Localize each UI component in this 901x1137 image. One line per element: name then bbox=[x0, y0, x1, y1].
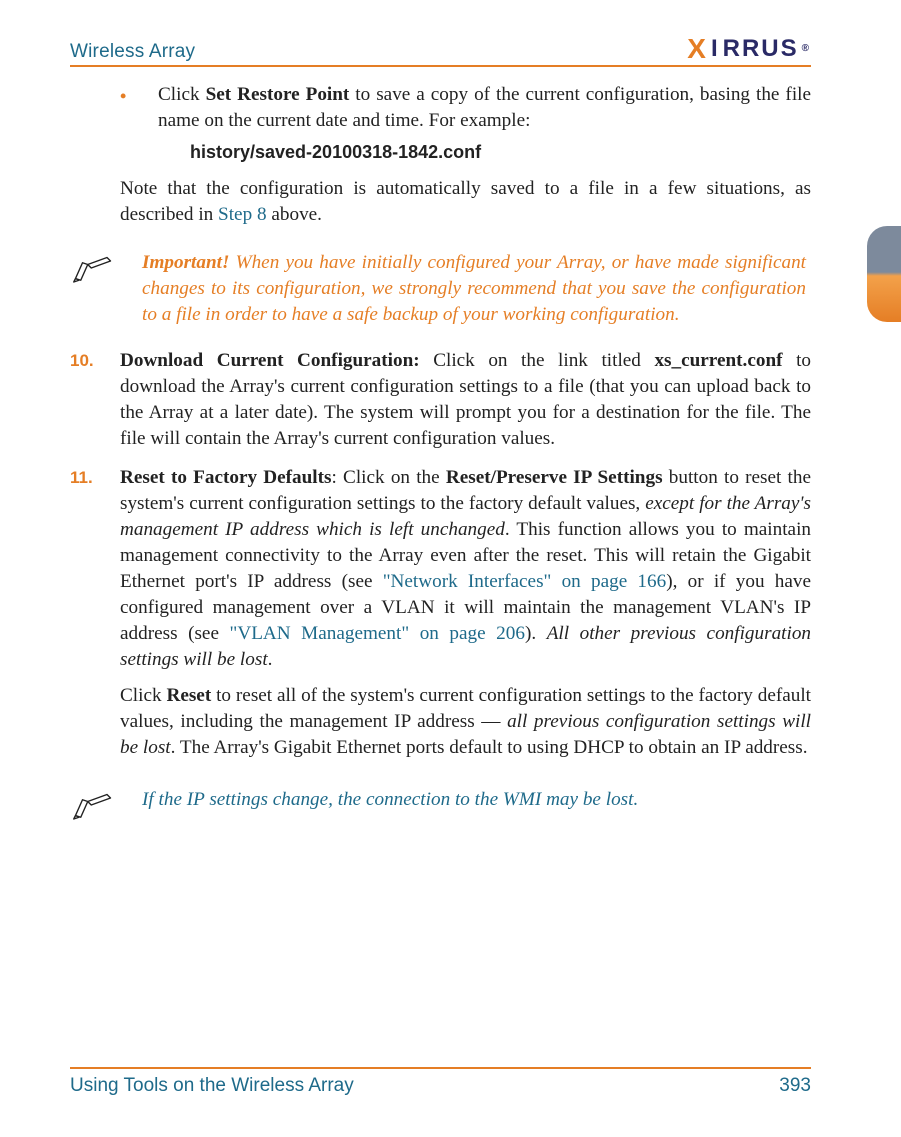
text-fragment: Click bbox=[158, 84, 206, 105]
important-label: Important! bbox=[142, 252, 229, 273]
callout-body: If the IP settings change, the connectio… bbox=[142, 787, 811, 829]
reset-preserve-ip-label: Reset/Preserve IP Settings bbox=[446, 467, 663, 488]
network-interfaces-link[interactable]: "Network Interfaces" on page 166 bbox=[383, 571, 667, 592]
set-restore-point-label: Set Restore Point bbox=[206, 84, 350, 105]
step-body: Download Current Configuration: Click on… bbox=[120, 348, 811, 452]
page-footer: Using Tools on the Wireless Array 393 bbox=[70, 1067, 811, 1097]
section-thumb-tab bbox=[867, 226, 901, 322]
logo-rrus-glyph: RRUS bbox=[723, 37, 799, 61]
ip-change-callout: If the IP settings change, the connectio… bbox=[72, 787, 811, 829]
example-filename: history/saved-20100318-1842.conf bbox=[190, 140, 811, 164]
bullet-set-restore-point: • Click Set Restore Point to save a copy… bbox=[120, 82, 811, 134]
step-body: Reset to Factory Defaults: Click on the … bbox=[120, 465, 811, 760]
text-fragment: When you have initially configured your … bbox=[142, 252, 806, 325]
vlan-management-link[interactable]: "VLAN Management" on page 206 bbox=[230, 623, 525, 644]
footer-section-title: Using Tools on the Wireless Array bbox=[70, 1075, 354, 1097]
text-fragment: . The Array's Gigabit Ethernet ports def… bbox=[171, 737, 808, 758]
xs-current-conf-label: xs_current.conf bbox=[654, 350, 782, 371]
bullet-marker: • bbox=[120, 82, 158, 134]
reset-factory-label: Reset to Factory Defaults bbox=[120, 467, 332, 488]
page-number: 393 bbox=[779, 1075, 811, 1097]
writing-hand-icon bbox=[72, 250, 122, 328]
text-fragment: : Click on the bbox=[332, 467, 446, 488]
text-fragment: Click bbox=[120, 685, 166, 706]
logo-i-glyph: I bbox=[711, 37, 720, 61]
logo-x-glyph: X bbox=[687, 35, 708, 63]
download-config-label: Download Current Configuration: bbox=[120, 350, 420, 371]
step-number: 11. bbox=[70, 465, 120, 760]
step-number: 10. bbox=[70, 348, 120, 452]
bullet-text: Click Set Restore Point to save a copy o… bbox=[158, 82, 811, 134]
step-8-link[interactable]: Step 8 bbox=[218, 204, 267, 225]
text-fragment: . bbox=[268, 649, 273, 670]
page-header: Wireless Array XIRRUS® bbox=[70, 25, 811, 67]
step-10: 10. Download Current Configuration: Clic… bbox=[70, 348, 811, 452]
reset-label: Reset bbox=[166, 685, 211, 706]
important-callout: Important! When you have initially confi… bbox=[72, 250, 811, 328]
text-fragment: ). bbox=[525, 623, 547, 644]
callout-body: Important! When you have initially confi… bbox=[142, 250, 811, 328]
text-fragment: above. bbox=[267, 204, 322, 225]
header-title: Wireless Array bbox=[70, 41, 195, 63]
xirrus-logo: XIRRUS® bbox=[687, 35, 811, 63]
step-11: 11. Reset to Factory Defaults: Click on … bbox=[70, 465, 811, 760]
text-fragment: If the IP settings change, the connectio… bbox=[142, 789, 638, 810]
auto-save-note: Note that the configuration is automatic… bbox=[120, 176, 811, 228]
text-fragment: Click on the link titled bbox=[420, 350, 655, 371]
logo-registered: ® bbox=[802, 44, 811, 54]
page-content: • Click Set Restore Point to save a copy… bbox=[70, 82, 811, 829]
writing-hand-icon bbox=[72, 787, 122, 829]
